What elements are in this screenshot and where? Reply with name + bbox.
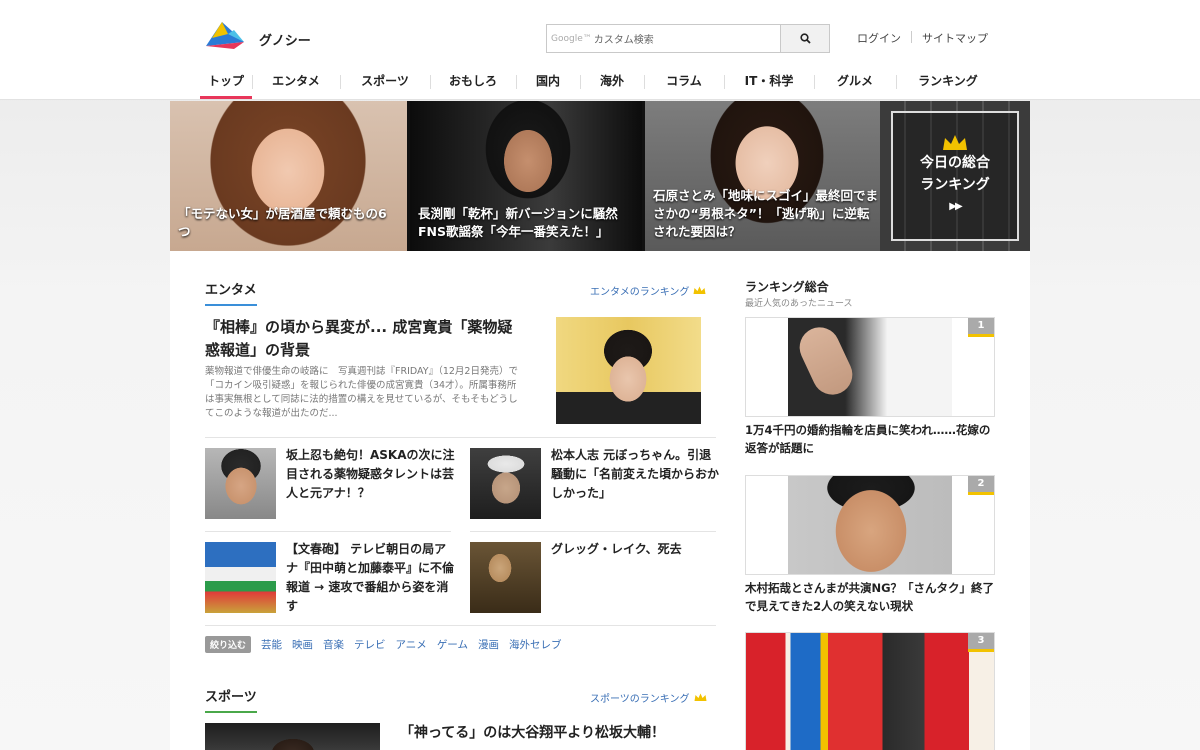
section-title-sports[interactable]: スポーツ [205,686,257,713]
sidebar-subtitle: 最近人気のあったニュース [745,299,853,309]
main-article-summary: 薬物報道で俳優生命の岐路に 写真週刊誌『FRIDAY』（12月2日発売）で「コカ… [205,366,518,419]
ring-hand-photo [793,320,859,402]
main-article-image[interactable] [556,317,701,424]
article-thumbnail [470,542,541,613]
brand-name[interactable]: グノシー [259,30,311,49]
hero-caption: 長渕剛「乾杯」新バージョンに騒然 FNS歌謡祭「今年一番笑えた！」 [418,206,618,239]
hero-card[interactable]: 長渕剛「乾杯」新バージョンに騒然 FNS歌謡祭「今年一番笑えた！」 [410,101,642,251]
ranking-image: 3 [745,632,995,750]
nav-tab-sports[interactable]: スポーツ [340,64,430,100]
filter-tags: 絞り込む 芸能 映画 音楽 テレビ アニメ ゲーム 漫画 海外セレブ [205,636,562,653]
today-ranking-button[interactable]: 今日の総合 ランキング ▶▶ [891,111,1019,241]
nav-tab-ranking[interactable]: ランキング [896,64,1000,100]
ranking-item[interactable]: 1 1万4千円の婚約指輪を店員に笑われ……花嫁の返答が話題に [745,317,995,457]
header-links: ログイン サイトマップ [857,30,988,46]
google-label: Google™ [551,33,592,44]
search-box: Google™ カスタム検索 [546,24,830,53]
list-item[interactable]: 松本人志 元ぼっちゃん。引退騒動に「名前変えた頃からおかしかった」 [470,448,720,520]
crown-icon [943,135,967,150]
divider [205,625,716,626]
ranking-item[interactable]: 2 木村拓哉とさんまが共演NG？「さんタク」終了で見えてきた2人の笑えない現状 [745,475,995,615]
divider [470,531,716,532]
crown-icon [693,286,706,294]
site-header: グノシー Google™ カスタム検索 ログイン サイトマップ トップ エンタメ… [0,0,1200,100]
hero-card[interactable]: 「モテない女」が居酒屋で頼むもの6つ [170,101,407,251]
rank-number: 2 [968,476,994,495]
hero-caption: 石原さとみ「地味にスゴイ」最終回でまさかの“男根ネタ”！「逃げ恥」に逆転された要… [653,188,879,239]
nav-tab-overseas[interactable]: 海外 [580,64,644,100]
list-item[interactable]: 坂上忍も絶句！ASKAの次に注目される薬物疑惑タレントは芸人と元アナ！？ [205,448,455,520]
rank-number: 3 [968,633,994,652]
tag-link[interactable]: ゲーム [437,637,468,652]
global-nav: トップ エンタメ スポーツ おもしろ 国内 海外 コラム IT・科学 グルメ ラ… [200,64,1000,100]
entame-ranking-link[interactable]: エンタメのランキング [590,283,706,298]
article-thumbnail [205,542,276,613]
nav-tab-gourmet[interactable]: グルメ [814,64,896,100]
search-placeholder: カスタム検索 [593,35,654,46]
divider [205,531,451,532]
main-content: エンタメ エンタメのランキング 『相棒』の頃から異変が... 成宮寛貴「薬物疑惑… [170,251,1030,750]
nav-tab-omoshiro[interactable]: おもしろ [430,64,516,100]
section-title-entame[interactable]: エンタメ [205,279,257,306]
nav-tab-it-science[interactable]: IT・科学 [724,64,814,100]
tag-link[interactable]: 映画 [292,637,313,652]
ranking-item[interactable]: 3 [745,632,995,750]
rank-number: 1 [968,318,994,337]
article-title: グレッグ・レイク、死去 [551,542,682,556]
ranking-box-line2: ランキング [920,177,990,193]
article-thumbnail [205,448,276,519]
hero-carousel: 「モテない女」が居酒屋で頼むもの6つ 長渕剛「乾杯」新バージョンに騒然 FNS歌… [170,101,1030,251]
article-title: 松本人志 元ぼっちゃん。引退騒動に「名前変えた頃からおかしかった」 [551,448,720,500]
article-title: 【文春砲】 テレビ朝日の局アナ『田中萌と加藤泰平』に不倫報道 → 速攻で番組から… [286,542,455,613]
article-thumbnail [470,448,541,519]
list-item[interactable]: グレッグ・レイク、死去 [470,542,720,614]
sports-article-headline[interactable]: 「神ってる」のは大谷翔平より松坂大輔！ [400,723,710,743]
sidebar-title: ランキング総合 [745,280,829,294]
tag-link[interactable]: 音楽 [323,637,344,652]
tag-link[interactable]: テレビ [354,637,386,652]
crown-icon [694,693,706,701]
search-button[interactable] [780,25,829,52]
double-arrow-icon: ▶▶ [949,201,962,212]
nav-tab-column[interactable]: コラム [644,64,724,100]
ranking-box-line1: 今日の総合 [920,155,990,171]
search-input[interactable]: Google™ カスタム検索 [547,25,780,52]
ranking-image: 2 [745,475,995,575]
nav-tab-domestic[interactable]: 国内 [516,64,580,100]
main-article-headline[interactable]: 『相棒』の頃から異変が... 成宮寛貴「薬物疑惑報道」の背景 [205,316,525,362]
ranking-image: 1 [745,317,995,417]
gunosy-logo-icon[interactable] [204,20,246,50]
tag-link[interactable]: 芸能 [261,637,282,652]
tag-link[interactable]: 漫画 [478,637,499,652]
tag-link[interactable]: アニメ [396,637,427,652]
nav-tab-top[interactable]: トップ [200,64,252,100]
article-title: 坂上忍も絶句！ASKAの次に注目される薬物疑惑タレントは芸人と元アナ！？ [286,448,455,500]
entame-ranking-label: エンタメのランキング [590,287,690,298]
sports-ranking-link[interactable]: スポーツのランキング [590,690,707,705]
tag-link[interactable]: 海外セレブ [509,637,562,652]
divider [911,31,912,43]
hero-caption: 「モテない女」が居酒屋で頼むもの6つ [178,206,387,239]
login-link[interactable]: ログイン [857,30,901,46]
filter-label: 絞り込む [205,636,252,653]
ranking-title: 1万4千円の婚約指輪を店員に笑われ……花嫁の返答が話題に [745,423,991,455]
sports-article-image[interactable] [205,723,380,750]
sports-ranking-label: スポーツのランキング [590,694,690,705]
ranking-title: 木村拓哉とさんまが共演NG？「さんタク」終了で見えてきた2人の笑えない現状 [745,581,995,613]
search-icon [799,33,811,44]
divider [205,437,716,438]
list-item[interactable]: 【文春砲】 テレビ朝日の局アナ『田中萌と加藤泰平』に不倫報道 → 速攻で番組から… [205,542,455,614]
sitemap-link[interactable]: サイトマップ [922,30,988,46]
hero-card[interactable]: 石原さとみ「地味にスゴイ」最終回でまさかの“男根ネタ”！「逃げ恥」に逆転された要… [645,101,888,251]
nav-tab-entame[interactable]: エンタメ [252,64,340,100]
